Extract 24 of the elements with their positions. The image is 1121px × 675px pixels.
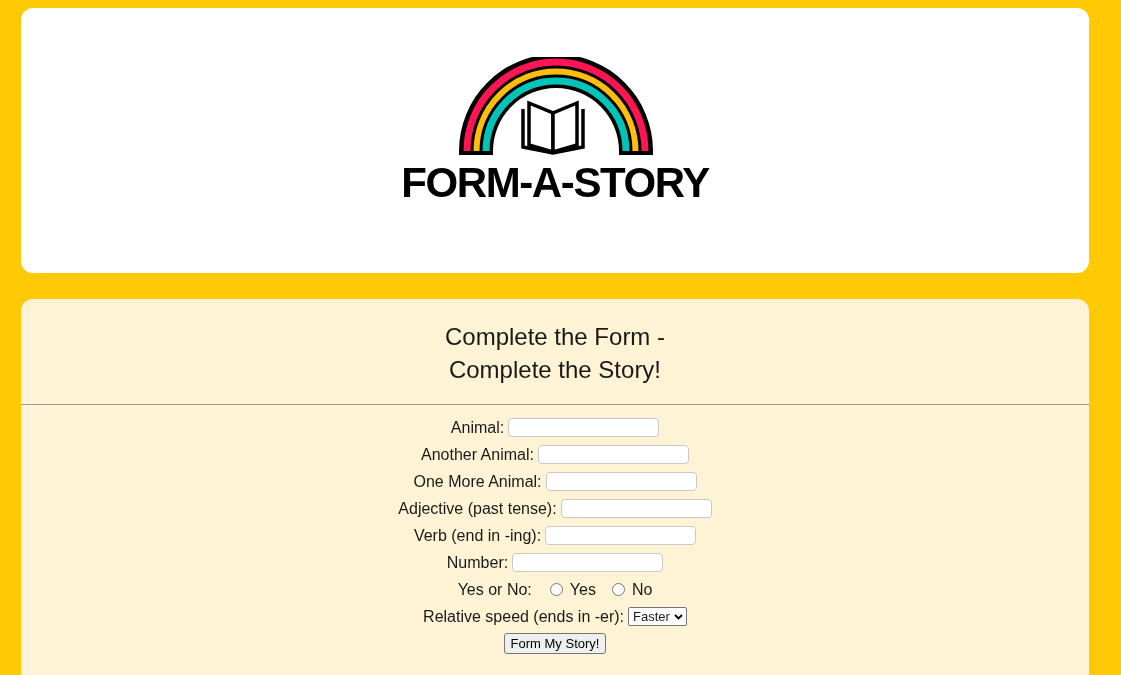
- text-input-field[interactable]: [545, 472, 697, 491]
- text-input-field[interactable]: [537, 445, 689, 464]
- field-label: Animal:: [450, 418, 505, 437]
- radio-button[interactable]: [611, 583, 625, 596]
- text-input-field[interactable]: [508, 418, 660, 437]
- field-label: Yes or No:: [457, 580, 532, 599]
- radio-label[interactable]: Yes: [569, 580, 596, 599]
- text-input-field[interactable]: [560, 499, 712, 518]
- text-input-field[interactable]: [512, 553, 664, 572]
- radio-label[interactable]: No: [631, 580, 653, 599]
- field-label: Adjective (past tense):: [398, 499, 557, 518]
- field-label: Verb (end in -ing):: [413, 526, 542, 545]
- logo-title: FORM-A-STORY: [401, 161, 709, 205]
- speed-dropdown[interactable]: Faster: [628, 607, 687, 626]
- radio-button[interactable]: [549, 583, 563, 596]
- field-label: One More Animal:: [413, 472, 542, 491]
- field-label: Another Animal:: [421, 445, 534, 464]
- form-heading: Complete the Form - Complete the Story!: [444, 322, 666, 385]
- open-book-icon: [520, 100, 585, 155]
- chevron-down-icon: [673, 613, 683, 620]
- submit-button[interactable]: Form My Story!: [503, 633, 607, 654]
- field-label: Relative speed (ends in -er):: [423, 607, 625, 626]
- field-label: Number:: [446, 553, 509, 572]
- text-input-field[interactable]: [545, 526, 697, 545]
